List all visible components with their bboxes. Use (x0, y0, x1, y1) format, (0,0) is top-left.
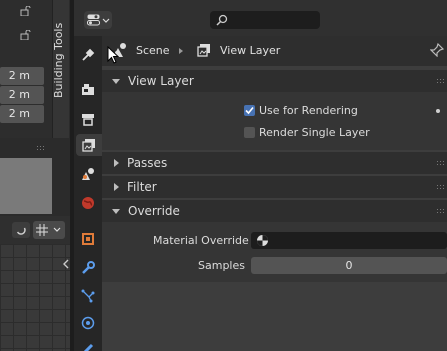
panel-title: Filter (127, 180, 157, 194)
panel-view-layer-body (102, 92, 447, 150)
editor-type-dropdown[interactable] (84, 11, 112, 29)
tab-output[interactable] (77, 108, 99, 130)
tab-constraints[interactable] (77, 338, 99, 351)
tab-render[interactable] (77, 79, 99, 101)
lock-icon[interactable] (20, 6, 32, 16)
expand-arrow-icon (112, 208, 120, 214)
wrench-icon (82, 261, 95, 274)
collapse-arrow-icon (114, 183, 119, 191)
chevron-right-icon (179, 48, 183, 54)
world-icon (82, 197, 94, 209)
chevron-left-icon[interactable] (62, 258, 70, 270)
panel-view-layer-header[interactable]: View Layer (102, 70, 447, 92)
drag-grip-icon[interactable] (436, 160, 445, 165)
breadcrumb-scene[interactable]: Scene (136, 44, 170, 57)
drag-grip-icon[interactable] (436, 184, 445, 189)
use-for-rendering-checkbox[interactable] (244, 105, 255, 116)
tab-scene[interactable] (77, 163, 99, 185)
material-override-label: Material Override (153, 234, 249, 247)
panel-passes-header[interactable]: Passes (102, 152, 447, 174)
collapse-arrow-icon (114, 159, 119, 167)
constraints-icon (83, 343, 94, 351)
properties-editor-icon (87, 14, 100, 26)
output-icon (82, 114, 94, 126)
panel-override-header[interactable]: Override (102, 200, 447, 222)
render-single-layer-checkbox[interactable] (244, 127, 255, 138)
magnet-icon[interactable] (12, 222, 30, 238)
chevron-down-icon (102, 18, 110, 23)
blender-window: 2 m 2 m 2 m Building Tools Scene View La… (0, 0, 447, 351)
viewport-grid[interactable] (0, 244, 70, 351)
checkmark-icon (245, 106, 254, 115)
tool-icon (82, 48, 95, 61)
tab-tool[interactable] (77, 44, 99, 66)
mouse-cursor-icon (107, 46, 119, 64)
render-icon (82, 84, 94, 95)
panel-title: Override (128, 204, 180, 218)
panel-title: Passes (127, 156, 168, 170)
material-icon (257, 235, 268, 246)
search-icon (216, 14, 228, 26)
viewport-gray-area (0, 158, 52, 214)
tab-physics[interactable] (77, 312, 99, 334)
snap-grid-icon (36, 224, 48, 236)
pin-icon[interactable] (430, 43, 444, 57)
drag-grip-icon[interactable] (436, 208, 445, 213)
view-layer-icon (82, 139, 95, 152)
dimension-y-field[interactable]: 2 m (0, 86, 44, 104)
chevron-down-icon (53, 227, 61, 232)
samples-label: Samples (198, 259, 245, 272)
panel-title: View Layer (128, 74, 194, 88)
render-single-layer-label: Render Single Layer (259, 126, 370, 139)
panel-filter-header[interactable]: Filter (102, 176, 447, 198)
tab-view-layer[interactable] (76, 134, 102, 156)
expand-arrow-icon (112, 78, 120, 84)
tab-building-tools[interactable]: Building Tools (52, 20, 68, 100)
breadcrumb-view-layer[interactable]: View Layer (220, 44, 280, 57)
dimension-x-field[interactable]: 2 m (0, 67, 44, 85)
use-for-rendering-label: Use for Rendering (259, 104, 358, 117)
particles-icon (81, 289, 95, 303)
search-input[interactable] (210, 11, 320, 29)
keyframe-dot-icon[interactable] (436, 109, 440, 113)
drag-grip-icon[interactable] (436, 78, 445, 83)
scene-icon (82, 168, 94, 180)
samples-value: 0 (345, 259, 353, 272)
view-layer-icon (197, 44, 210, 57)
lock-icon[interactable] (20, 30, 32, 40)
dimension-z-field[interactable]: 2 m (0, 105, 44, 123)
tab-world[interactable] (77, 192, 99, 214)
object-icon (82, 233, 94, 245)
physics-icon (81, 316, 95, 330)
tab-modifiers[interactable] (77, 257, 99, 279)
tab-object[interactable] (77, 228, 99, 250)
tab-particles[interactable] (77, 285, 99, 307)
snap-dropdown[interactable] (33, 221, 65, 239)
material-override-field[interactable] (251, 232, 447, 249)
drag-grip-icon[interactable] (36, 145, 45, 150)
samples-field[interactable]: 0 (251, 257, 447, 274)
